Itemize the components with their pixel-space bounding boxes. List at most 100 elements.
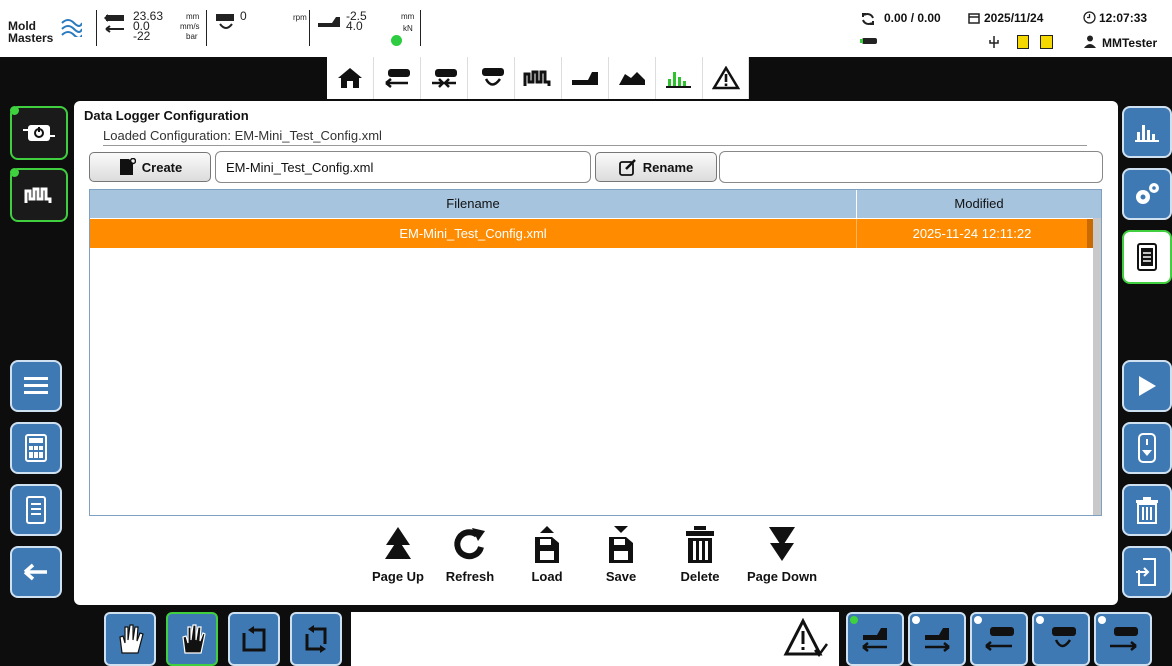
power-icon bbox=[23, 125, 55, 141]
carriage-back-button[interactable] bbox=[846, 612, 904, 666]
back-button[interactable] bbox=[10, 546, 62, 598]
carriage-forward-button[interactable] bbox=[908, 612, 966, 666]
nav-alarms[interactable] bbox=[703, 57, 749, 99]
user-icon bbox=[1084, 35, 1096, 48]
nav-carriage[interactable] bbox=[562, 57, 609, 99]
create-button[interactable]: Create bbox=[89, 152, 211, 182]
trash-icon bbox=[686, 526, 714, 563]
heater-icon bbox=[24, 187, 52, 203]
nav-inject-hold[interactable] bbox=[421, 57, 468, 99]
scroll-down-button[interactable] bbox=[1122, 422, 1172, 474]
table-header: Filename Modified bbox=[90, 190, 1101, 218]
export-icon bbox=[1136, 558, 1156, 586]
screw-rotate-button[interactable] bbox=[1032, 612, 1090, 666]
cycle-values: 0.00 / 0.00 bbox=[884, 11, 941, 25]
status-ok-indicator bbox=[391, 35, 402, 46]
hamburger-menu-icon bbox=[24, 377, 48, 394]
page-up-button[interactable]: Page Up bbox=[366, 525, 430, 597]
inject-forward-icon bbox=[1110, 627, 1138, 651]
page-down-icon bbox=[769, 527, 795, 561]
new-file-icon bbox=[119, 158, 136, 175]
refresh-icon bbox=[454, 528, 485, 560]
play-icon bbox=[1139, 376, 1156, 396]
carriage-back-icon bbox=[862, 628, 887, 652]
load-button[interactable]: Load bbox=[520, 525, 574, 597]
edit-icon bbox=[618, 159, 636, 176]
alarm-icon bbox=[711, 66, 740, 90]
carriage-forward-icon bbox=[925, 628, 950, 652]
rename-input[interactable] bbox=[719, 151, 1103, 183]
injection-unit-icon bbox=[104, 14, 124, 22]
load-icon bbox=[535, 526, 559, 563]
trash-button[interactable] bbox=[1122, 484, 1172, 536]
column-modified[interactable]: Modified bbox=[857, 190, 1101, 218]
auto-cycle-icon bbox=[305, 625, 327, 653]
page-down-button[interactable]: Page Down bbox=[740, 525, 824, 597]
column-filename[interactable]: Filename bbox=[90, 190, 856, 218]
rename-button[interactable]: Rename bbox=[595, 152, 717, 182]
nav-inject-back[interactable] bbox=[374, 57, 421, 99]
carriage-force-value: 4.0 bbox=[346, 19, 363, 33]
screw-rotate-icon bbox=[1052, 627, 1076, 648]
calculator-button[interactable] bbox=[10, 422, 62, 474]
profile-icon bbox=[619, 72, 645, 85]
page-title: Data Logger Configuration bbox=[84, 108, 249, 123]
manual-mode-button[interactable] bbox=[104, 612, 156, 666]
datalogger-config-button[interactable] bbox=[1122, 230, 1172, 284]
nav-screw-rotate[interactable] bbox=[468, 57, 515, 99]
table-scrollbar[interactable] bbox=[1093, 218, 1101, 515]
semi-auto-mode-button[interactable] bbox=[166, 612, 218, 666]
cycle-icon bbox=[862, 12, 874, 26]
save-button[interactable]: Save bbox=[594, 525, 648, 597]
single-cycle-button[interactable] bbox=[228, 612, 280, 666]
home-icon bbox=[338, 68, 362, 88]
menu-button[interactable] bbox=[10, 360, 62, 412]
nav-heater[interactable] bbox=[515, 57, 562, 99]
settings-button[interactable] bbox=[1122, 168, 1172, 220]
injection-mini-icon bbox=[860, 38, 877, 44]
heater-icon bbox=[523, 70, 551, 86]
inject-hold-icon bbox=[432, 69, 457, 88]
nav-profile[interactable] bbox=[609, 57, 656, 99]
row-modified: 2025-11-24 12:11:22 bbox=[912, 226, 1032, 241]
trash-icon bbox=[1136, 497, 1158, 524]
hand-mode-icon bbox=[119, 624, 144, 654]
calculator-icon bbox=[25, 434, 47, 462]
refresh-button[interactable]: Refresh bbox=[440, 525, 500, 597]
bar-chart-icon bbox=[1135, 125, 1159, 142]
datalogger-icon bbox=[666, 72, 691, 88]
username[interactable]: MMTester bbox=[1102, 36, 1157, 50]
table-row[interactable]: EM-Mini_Test_Config.xml 2025-11-24 12:11… bbox=[90, 219, 1093, 248]
inject-back-button[interactable] bbox=[970, 612, 1028, 666]
sd-card-icon bbox=[1017, 35, 1029, 49]
config-name-input[interactable]: EM-Mini_Test_Config.xml bbox=[215, 151, 591, 183]
carriage-icon bbox=[572, 72, 598, 85]
inject-forward-button[interactable] bbox=[1094, 612, 1152, 666]
calendar-icon bbox=[968, 13, 980, 24]
config-file-table: Filename Modified EM-Mini_Test_Config.xm… bbox=[89, 189, 1102, 516]
message-area bbox=[351, 612, 839, 666]
nav-home[interactable] bbox=[327, 57, 374, 99]
datalogger-chart-button[interactable] bbox=[1122, 106, 1172, 158]
heaters-button[interactable] bbox=[10, 168, 68, 222]
single-cycle-icon bbox=[242, 626, 266, 652]
screw-rotate-icon bbox=[482, 68, 504, 86]
play-button[interactable] bbox=[1122, 360, 1172, 412]
screw-rotate-icon bbox=[216, 14, 234, 29]
export-button[interactable] bbox=[1122, 546, 1172, 598]
document-icon bbox=[26, 496, 46, 524]
gears-icon bbox=[1136, 183, 1159, 204]
pressure-value: -22 bbox=[133, 29, 151, 43]
document-button[interactable] bbox=[10, 484, 62, 536]
moldmasters-logo: Mold Masters bbox=[8, 12, 86, 46]
datalogger-config-panel: Data Logger Configuration Loaded Configu… bbox=[74, 101, 1118, 605]
alarm-acknowledge-icon[interactable] bbox=[783, 618, 829, 660]
inject-back-icon bbox=[985, 627, 1014, 651]
storage-icon bbox=[1040, 35, 1053, 49]
power-button[interactable] bbox=[10, 106, 68, 160]
usb-icon bbox=[989, 36, 999, 48]
save-icon bbox=[609, 526, 633, 563]
auto-cycle-button[interactable] bbox=[290, 612, 342, 666]
delete-button[interactable]: Delete bbox=[670, 525, 730, 597]
nav-datalogger[interactable] bbox=[656, 57, 703, 99]
